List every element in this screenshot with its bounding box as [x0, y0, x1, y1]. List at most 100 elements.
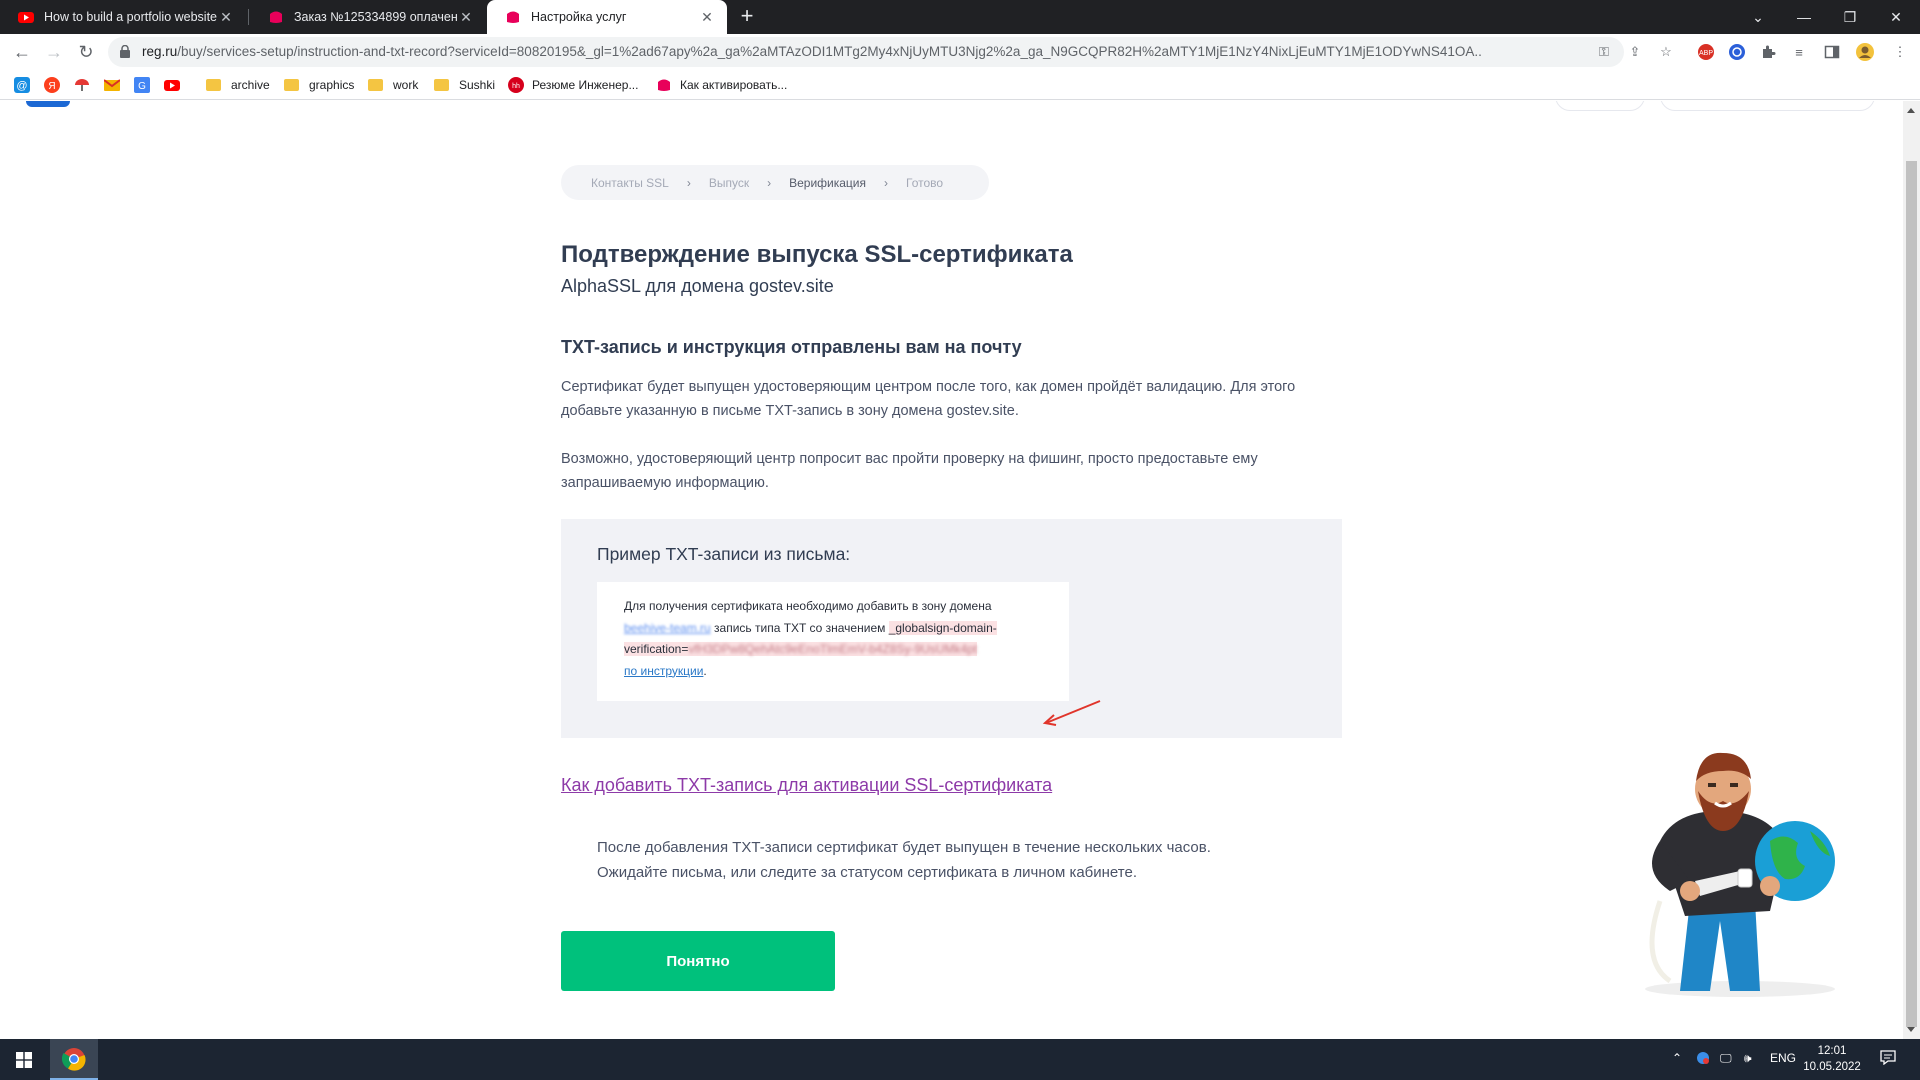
chevron-right-icon: ›	[767, 175, 772, 190]
bookmark-mail[interactable]: @	[14, 76, 38, 94]
forward-arrow-icon[interactable]: →	[42, 40, 66, 64]
close-icon[interactable]: ✕	[699, 9, 715, 26]
txt-value-prefix-2: verification=	[624, 642, 689, 656]
page-subtitle: AlphaSSL для домена gostev.site	[561, 276, 834, 296]
translate-icon: G	[134, 77, 150, 93]
svg-text:G: G	[138, 81, 146, 92]
umbrella-icon	[75, 79, 89, 91]
email-snippet: Для получения сертификата необходимо доб…	[597, 582, 1069, 701]
back-arrow-icon[interactable]: ←	[10, 40, 34, 64]
tray-expand-chevron-icon[interactable]: ⌃	[1672, 1051, 1682, 1065]
bookmark-umbrella[interactable]	[74, 76, 98, 94]
bookmark-star-icon[interactable]: ☆	[1656, 42, 1676, 62]
restore-icon[interactable]: ❐	[1827, 0, 1873, 34]
tab-title: Настройка услуг	[531, 10, 627, 24]
step-done: Готово	[906, 175, 944, 190]
blurred-domain: beehive-team.ru	[624, 620, 711, 635]
folder-icon	[368, 79, 383, 91]
regru-icon	[507, 11, 519, 23]
mascot-illustration	[1645, 752, 1835, 997]
hh-icon: hh	[508, 77, 524, 93]
tab-divider	[248, 9, 249, 25]
scroll-up-arrow-icon[interactable]	[1907, 108, 1915, 113]
instructions-link[interactable]: по инструкции	[624, 664, 703, 678]
network-icon[interactable]: 🖵	[1720, 1051, 1732, 1066]
svg-text:ABP: ABP	[1699, 50, 1713, 57]
profile-avatar-icon[interactable]	[1855, 42, 1875, 62]
tab-order[interactable]: Заказ №125334899 оплачен ✕	[250, 0, 486, 34]
svg-text:hh: hh	[512, 83, 520, 90]
browser-tab-strip: How to build a portfolio website ✕ Заказ…	[0, 0, 1920, 34]
extensions-puzzle-icon[interactable]	[1758, 42, 1778, 62]
folder-icon	[284, 79, 299, 91]
adblock-icon[interactable]: ABP	[1696, 42, 1716, 62]
section-title: TXT-запись и инструкция отправлены вам н…	[561, 337, 1022, 357]
language-indicator[interactable]: ENG	[1770, 1051, 1796, 1065]
chevron-right-icon: ›	[686, 175, 691, 190]
page-title: Подтверждение выпуска SSL-сертификата	[561, 241, 1073, 268]
folder-icon	[206, 79, 221, 91]
paragraph-validation: Сертификат будет выпущен удостоверяющим …	[561, 379, 1296, 419]
tab-title: How to build a portfolio website	[44, 10, 218, 24]
step-ssl-contacts[interactable]: Контакты SSL	[591, 176, 669, 190]
bookmark-folder-work[interactable]: work	[368, 76, 418, 94]
share-icon[interactable]: ⇪	[1625, 42, 1645, 62]
tab-search-chevron-icon[interactable]: ⌄	[1735, 0, 1781, 34]
bookmark-yandex[interactable]: Я	[44, 76, 68, 94]
key-icon[interactable]: ⚿	[1594, 42, 1614, 62]
taskbar-chrome[interactable]	[50, 1039, 98, 1080]
new-tab-button[interactable]: +	[735, 5, 759, 29]
window-close-icon[interactable]: ✕	[1873, 0, 1919, 34]
chevron-right-icon: ›	[884, 175, 889, 190]
scrollbar-thumb[interactable]	[1906, 161, 1917, 1027]
step-issue[interactable]: Выпуск	[709, 176, 749, 190]
header-account-button[interactable]	[1660, 101, 1875, 111]
ok-button[interactable]: Понятно	[561, 931, 835, 991]
example-title: Пример TXT-записи из письма:	[597, 544, 851, 564]
bookmark-regru-activate[interactable]: Как активировать...	[656, 76, 787, 94]
page-viewport: Контакты SSL › Выпуск › Верификация › Го…	[0, 101, 1920, 1039]
folder-icon	[434, 79, 449, 91]
bookmark-folder-graphics[interactable]: graphics	[284, 76, 354, 94]
volume-icon[interactable]: 🕪	[1744, 1051, 1752, 1066]
bookmarks-bar: @ Я G archive graphics work Sushki hh Ре…	[0, 70, 1920, 100]
lock-icon[interactable]	[120, 45, 130, 58]
notifications-icon[interactable]	[1880, 1049, 1896, 1068]
email-snippet-text: Для получения сертификата необходимо доб…	[624, 599, 997, 678]
windows-logo-icon	[16, 1051, 32, 1068]
vpn-globe-icon[interactable]	[1727, 42, 1747, 62]
bookmark-gmail[interactable]	[104, 76, 128, 94]
bookmark-folder-archive[interactable]: archive	[206, 76, 270, 94]
gmail-icon	[104, 79, 120, 91]
minimize-icon[interactable]: —	[1781, 0, 1827, 34]
bookmark-youtube[interactable]	[164, 76, 188, 94]
close-icon[interactable]: ✕	[458, 9, 474, 26]
scroll-down-arrow-icon[interactable]	[1907, 1027, 1915, 1032]
regru-icon	[658, 79, 670, 91]
address-bar[interactable]: reg.ru/buy/services-setup/instruction-an…	[108, 37, 1624, 67]
paragraph-phishing: Возможно, удостоверяющий центр попросит …	[561, 451, 1258, 491]
bookmark-folder-sushki[interactable]: Sushki	[434, 76, 495, 94]
browser-menu-icon[interactable]: ⋮	[1890, 42, 1910, 62]
regru-icon	[270, 11, 282, 23]
bookmark-translate[interactable]: G	[134, 76, 158, 94]
side-panel-icon[interactable]	[1822, 42, 1842, 62]
tab-youtube[interactable]: How to build a portfolio website ✕	[0, 0, 246, 34]
howto-txt-link[interactable]: Как добавить TXT-запись для активации SS…	[561, 775, 1052, 796]
windows-taskbar: ⌃ 🖵 🕪 ENG 12:01 10.05.2022	[0, 1039, 1920, 1080]
close-icon[interactable]: ✕	[218, 9, 234, 26]
reload-icon[interactable]: ↻	[74, 40, 98, 64]
after-note: После добавления TXT-записи сертификат б…	[597, 839, 1211, 881]
tab-services-setup[interactable]: Настройка услуг ✕	[487, 0, 727, 34]
blurred-txt-value: vfH3DPw8QehAtc9eEnoTlmEmV-b4Z8Sy-9UsUMk4…	[688, 642, 978, 656]
reading-list-icon[interactable]: ≡	[1789, 42, 1809, 62]
start-button[interactable]	[0, 1039, 48, 1080]
site-logo-fragment[interactable]	[26, 101, 70, 107]
svg-text:@: @	[16, 80, 27, 92]
bookmark-hh-resume[interactable]: hh Резюме Инженер...	[508, 76, 638, 94]
page-scrollbar[interactable]	[1903, 101, 1920, 1039]
header-button[interactable]	[1555, 101, 1645, 111]
system-clock[interactable]: 12:01 10.05.2022	[1800, 1043, 1864, 1075]
txt-example-box: Пример TXT-записи из письма: Для получен…	[561, 519, 1342, 738]
tray-app-icon[interactable]	[1696, 1051, 1710, 1068]
